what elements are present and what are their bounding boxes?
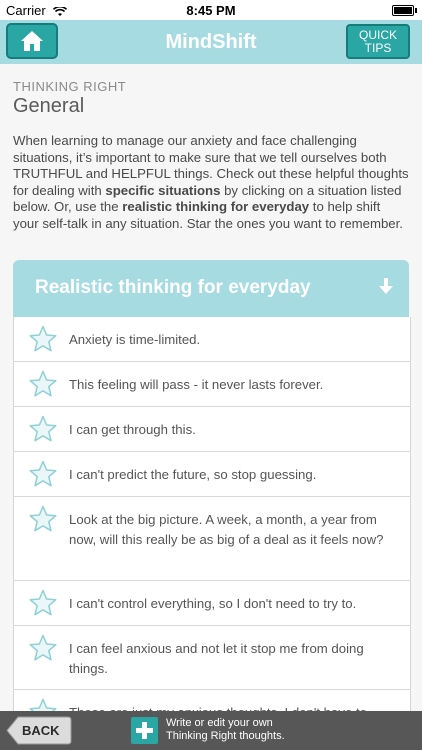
back-button[interactable]: BACK bbox=[6, 716, 72, 745]
star-icon[interactable] bbox=[28, 325, 58, 353]
section-label: THINKING RIGHT bbox=[13, 79, 127, 94]
star-icon[interactable] bbox=[28, 505, 58, 533]
arrow-down-icon bbox=[379, 278, 393, 294]
thought-text: Anxiety is time-limited. bbox=[69, 332, 201, 347]
star-icon[interactable] bbox=[28, 589, 58, 617]
thought-row[interactable]: Anxiety is time-limited. bbox=[14, 317, 410, 362]
status-time: 8:45 PM bbox=[186, 3, 236, 18]
status-bar: Carrier 8:45 PM bbox=[0, 0, 422, 20]
thought-row[interactable]: Look at the big picture. A week, a month… bbox=[14, 497, 410, 581]
realistic-thinking-text: realistic thinking for everyday bbox=[122, 199, 310, 214]
star-icon[interactable] bbox=[28, 370, 58, 398]
back-label: BACK bbox=[22, 723, 60, 738]
thought-row[interactable]: I can get through this. bbox=[14, 407, 410, 452]
quick-tips-label-2: TIPS bbox=[364, 41, 392, 55]
card-title: Realistic thinking for everyday bbox=[35, 277, 311, 298]
nav-bar: MindShift QUICK TIPS bbox=[0, 20, 422, 64]
quick-tips-button[interactable]: QUICK TIPS bbox=[346, 24, 410, 59]
thought-text: I can get through this. bbox=[69, 422, 196, 437]
thought-list: Anxiety is time-limited. This feeling wil… bbox=[13, 317, 411, 711]
battery-icon bbox=[392, 5, 417, 16]
edit-line-1: Write or edit your own bbox=[166, 717, 273, 729]
thought-text: Look at the big picture. A week, a month… bbox=[69, 512, 384, 547]
thought-row[interactable]: These are just my anxious thoughts. I do… bbox=[14, 690, 410, 711]
thought-text: I can feel anxious and not let it stop m… bbox=[69, 641, 364, 676]
content-scroll[interactable]: THINKING RIGHT General When learning to … bbox=[0, 64, 422, 711]
thought-row[interactable]: This feeling will pass - it never lasts … bbox=[14, 362, 410, 407]
specific-situations-text: specific situations bbox=[105, 182, 221, 198]
edit-thoughts-link[interactable]: Write or edit your own Thinking Right th… bbox=[166, 717, 285, 743]
thought-text: I can't predict the future, so stop gues… bbox=[69, 467, 317, 482]
thought-text: This feeling will pass - it never lasts … bbox=[69, 377, 324, 392]
star-icon[interactable] bbox=[28, 460, 58, 488]
star-icon[interactable] bbox=[28, 698, 58, 711]
star-icon[interactable] bbox=[28, 415, 58, 443]
thought-row[interactable]: I can't predict the future, so stop gues… bbox=[14, 452, 410, 497]
thought-row[interactable]: I can feel anxious and not let it stop m… bbox=[14, 626, 410, 690]
star-icon[interactable] bbox=[28, 634, 58, 662]
page-title: General bbox=[13, 95, 85, 117]
edit-line-2: Thinking Right thoughts. bbox=[166, 730, 285, 742]
thought-row[interactable]: I can't control everything, so I don't n… bbox=[14, 581, 410, 626]
realistic-thinking-header[interactable]: Realistic thinking for everyday bbox=[13, 260, 409, 317]
thought-text: I can't control everything, so I don't n… bbox=[69, 596, 357, 611]
add-thought-button[interactable] bbox=[131, 717, 158, 744]
bottom-toolbar: BACK Write or edit your own Thinking Rig… bbox=[0, 711, 422, 750]
intro-text: When learning to manage our anxiety and … bbox=[13, 133, 409, 232]
thought-text: These are just my anxious thoughts. I do… bbox=[69, 703, 390, 711]
